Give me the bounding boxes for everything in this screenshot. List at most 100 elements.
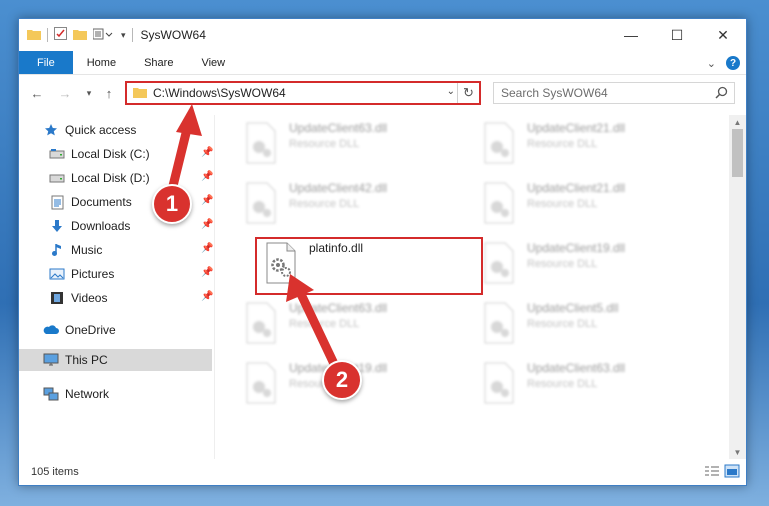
back-arrow-icon[interactable]: ← — [27, 83, 47, 103]
tab-view[interactable]: View — [187, 51, 239, 74]
sidebar-item-label: Downloads — [71, 219, 131, 233]
details-view-icon[interactable] — [704, 464, 720, 481]
toolbar-divider — [47, 28, 48, 42]
address-dropdown-icon[interactable]: ⌄ — [447, 86, 455, 97]
scroll-up-icon[interactable]: ▲ — [729, 115, 746, 129]
quick-access-toolbar: ▾ — [19, 27, 133, 43]
file-name: UpdateClient63.dll — [289, 121, 388, 135]
dll-file-icon — [243, 121, 279, 165]
navigation-pane: Quick access Local Disk (C:) 📌 Local Dis… — [19, 115, 215, 459]
ribbon-right-controls: ⌄ ? — [707, 51, 740, 75]
sidebar-item-label: Videos — [71, 291, 108, 305]
address-path[interactable]: C:\Windows\SysWOW64 — [153, 86, 286, 100]
address-bar[interactable]: C:\Windows\SysWOW64 ⌄ ↻ — [125, 81, 481, 105]
sidebar-item-label: Documents — [71, 195, 132, 209]
pin-icon[interactable]: 📌 — [201, 171, 213, 182]
file-item[interactable]: UpdateClient5.dll Resource DLL — [481, 301, 618, 345]
sidebar-item-label: Network — [65, 387, 110, 401]
file-name: UpdateClient5.dll — [527, 301, 619, 315]
videos-icon — [49, 290, 65, 306]
toolbar-divider — [131, 28, 133, 42]
close-button[interactable]: ✕ — [700, 19, 746, 51]
file-name: UpdateClient21.dll — [527, 121, 626, 135]
file-name: UpdateClient21.dll — [527, 181, 626, 195]
recent-locations-chevron-icon[interactable]: ▾ — [79, 83, 99, 103]
vertical-scrollbar[interactable]: ▲ ▼ — [729, 115, 746, 459]
item-count: 105 items — [31, 466, 79, 478]
file-item[interactable]: UpdateClient63.dll Resource DLL — [481, 361, 625, 405]
sidebar-item-documents[interactable]: Documents — [49, 191, 132, 213]
pin-icon[interactable]: 📌 — [201, 243, 213, 254]
dll-file-icon — [243, 181, 279, 225]
folder-icon — [27, 28, 41, 43]
sidebar-item-videos[interactable]: Videos — [49, 287, 107, 309]
up-arrow-icon[interactable]: ↑ — [99, 83, 119, 103]
dll-file-icon — [481, 241, 517, 285]
file-type: Resource DLL — [289, 138, 360, 150]
chevron-down-icon[interactable]: ▾ — [121, 30, 126, 41]
sidebar-item-label: OneDrive — [65, 323, 116, 337]
file-type: Resource DLL — [289, 318, 360, 330]
dll-file-icon — [243, 301, 279, 345]
view-toggle — [704, 464, 740, 481]
pin-icon[interactable]: 📌 — [201, 291, 213, 302]
new-folder-icon[interactable] — [73, 28, 87, 43]
scrollbar-thumb[interactable] — [732, 129, 743, 177]
search-placeholder[interactable]: Search SysWOW64 — [501, 86, 608, 100]
file-name: UpdateClient19.dll — [527, 241, 626, 255]
tab-share[interactable]: Share — [130, 51, 187, 74]
file-name: UpdateClient63.dll — [527, 361, 626, 375]
maximize-button[interactable]: ☐ — [654, 19, 700, 51]
sidebar-item-music[interactable]: Music — [49, 239, 102, 261]
file-name: UpdateClient63.dll — [289, 301, 388, 315]
sidebar-item-onedrive[interactable]: OneDrive — [43, 319, 116, 341]
computer-icon — [43, 352, 59, 368]
file-item[interactable]: UpdateClient42.dll Resource DLL — [243, 181, 387, 225]
sidebar-item-local-disk-c[interactable]: Local Disk (C:) — [49, 143, 150, 165]
sidebar-item-network[interactable]: Network — [43, 383, 109, 405]
sidebar-item-label: This PC — [65, 353, 108, 367]
dll-file-icon — [481, 301, 517, 345]
refresh-icon[interactable]: ↻ — [457, 83, 479, 103]
forward-arrow-icon[interactable]: → — [55, 83, 75, 103]
sidebar-item-quick-access[interactable]: Quick access — [43, 119, 136, 141]
drive-icon — [49, 146, 65, 162]
dll-file-icon — [481, 121, 517, 165]
minimize-button[interactable]: — — [608, 19, 654, 51]
sidebar-item-downloads[interactable]: Downloads — [49, 215, 130, 237]
file-item[interactable]: UpdateClient19.dllResource DLL — [243, 361, 387, 405]
ribbon-tabs: File Home Share View ⌄ ? — [19, 51, 746, 75]
pin-icon[interactable]: 📌 — [201, 267, 213, 278]
sidebar-item-pictures[interactable]: Pictures — [49, 263, 114, 285]
customize-toolbar-icon[interactable] — [92, 28, 115, 43]
file-item[interactable]: UpdateClient21.dll Resource DLL — [481, 121, 625, 165]
music-icon — [49, 242, 65, 258]
pin-icon[interactable]: 📌 — [201, 219, 213, 230]
expand-ribbon-icon[interactable]: ⌄ — [707, 57, 716, 70]
pin-icon[interactable]: 📌 — [201, 195, 213, 206]
sidebar-item-label: Music — [71, 243, 103, 257]
tab-home[interactable]: Home — [73, 51, 130, 74]
pictures-icon — [49, 266, 65, 282]
file-type: Resource DLL — [527, 258, 598, 270]
file-list: UpdateClient63.dll Resource DLL UpdateCli… — [233, 115, 729, 459]
file-item[interactable]: UpdateClient63.dll Resource DLL — [243, 301, 387, 345]
sidebar-item-local-disk-d[interactable]: Local Disk (D:) — [49, 167, 150, 189]
search-box[interactable]: Search SysWOW64 — [493, 82, 735, 104]
sidebar-item-this-pc[interactable]: This PC — [19, 349, 212, 371]
file-item[interactable]: UpdateClient63.dll Resource DLL — [243, 121, 387, 165]
large-icons-view-icon[interactable] — [724, 464, 740, 481]
help-icon[interactable]: ? — [726, 56, 740, 70]
scroll-down-icon[interactable]: ▼ — [729, 445, 746, 459]
file-item[interactable]: UpdateClient19.dll Resource DLL — [481, 241, 625, 285]
file-name: UpdateClient42.dll — [289, 181, 388, 195]
step-badge-1: 1 — [152, 184, 192, 224]
properties-icon[interactable] — [54, 27, 67, 43]
star-icon — [43, 122, 59, 138]
tab-file[interactable]: File — [19, 51, 73, 74]
file-type: Resource DLL — [527, 318, 598, 330]
pin-icon[interactable]: 📌 — [201, 147, 213, 158]
file-item[interactable]: UpdateClient21.dll Resource DLL — [481, 181, 625, 225]
title-bar: ▾ SysWOW64 — ☐ ✕ — [19, 19, 746, 51]
step-badge-2: 2 — [322, 360, 362, 400]
